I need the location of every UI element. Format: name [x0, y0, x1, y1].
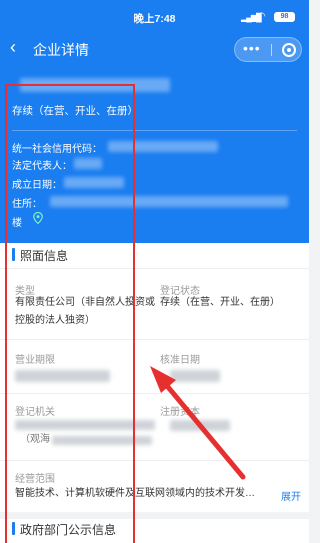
- annotation-arrow: [150, 366, 246, 480]
